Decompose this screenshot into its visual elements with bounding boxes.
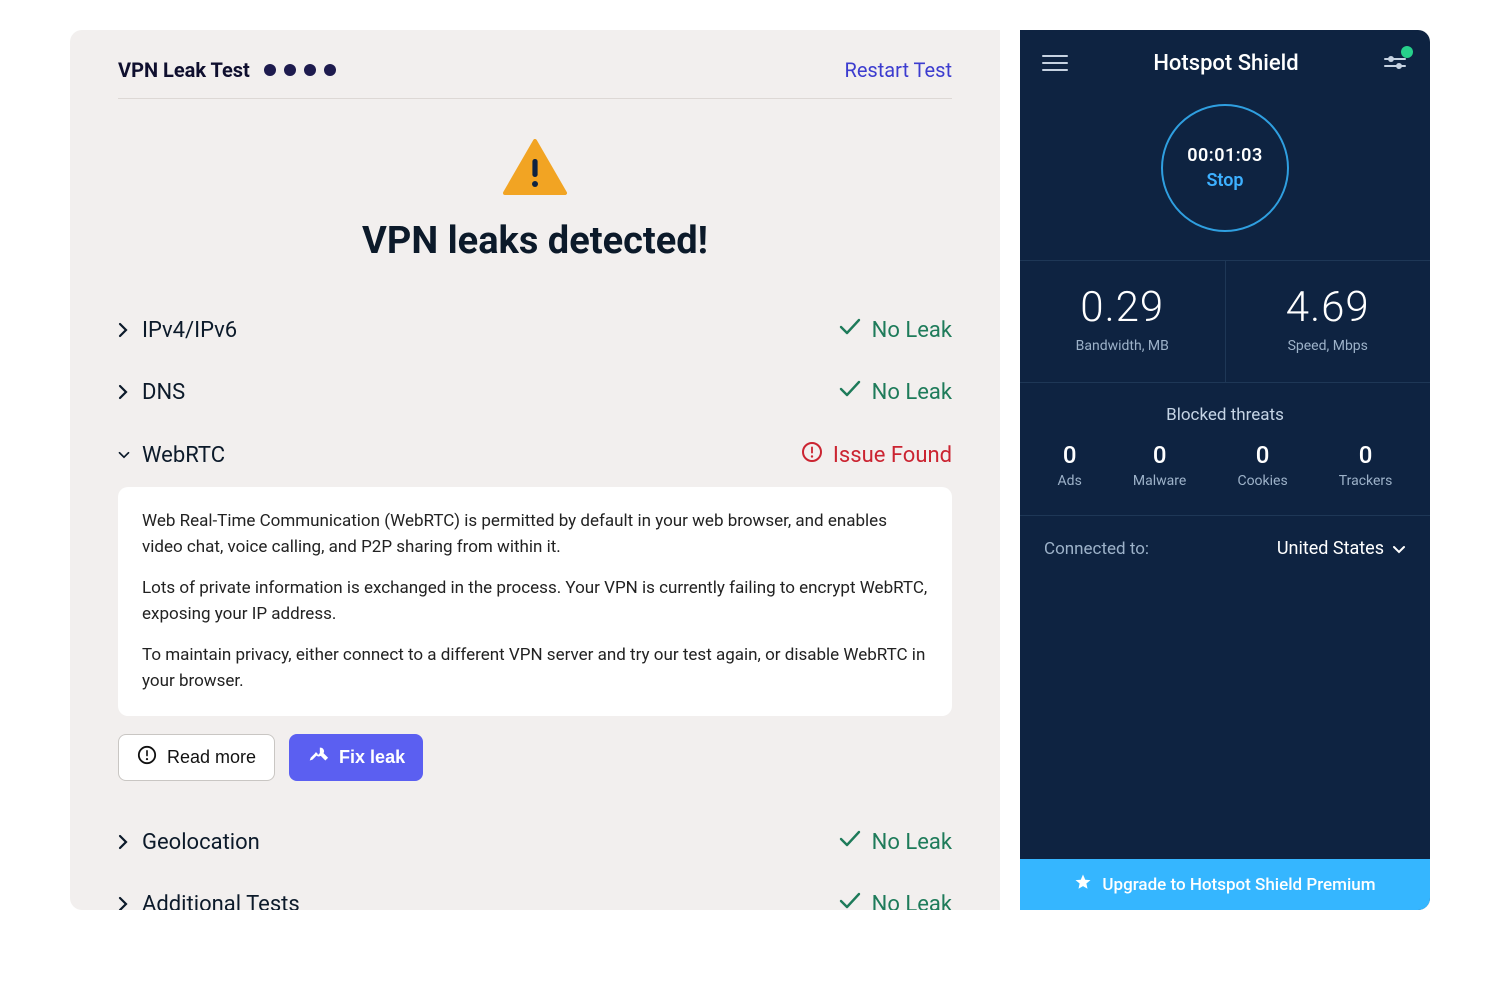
chevron-right-icon [118, 896, 130, 910]
dot-icon [264, 64, 276, 76]
warning-icon [503, 139, 567, 201]
alert-title: VPN leaks detected! [118, 219, 952, 263]
detail-paragraph: To maintain privacy, either connect to a… [142, 643, 928, 694]
chevron-right-icon [118, 322, 130, 338]
upgrade-button[interactable]: Upgrade to Hotspot Shield Premium [1020, 859, 1430, 910]
fix-leak-button[interactable]: Fix leak [289, 734, 423, 781]
threat-label: Ads [1058, 473, 1082, 489]
stat-value: 4.69 [1236, 283, 1421, 332]
test-status: Issue Found [833, 443, 952, 468]
connected-label: Connected to: [1044, 539, 1149, 559]
threat-label: Malware [1133, 473, 1186, 489]
connection-timer[interactable]: 00:01:03 Stop [1161, 104, 1289, 232]
detail-paragraph: Lots of private information is exchanged… [142, 576, 928, 627]
threat-cookies: 0 Cookies [1237, 441, 1287, 489]
threat-malware: 0 Malware [1133, 441, 1186, 489]
stop-button[interactable]: Stop [1206, 170, 1243, 191]
check-icon [838, 891, 862, 910]
vpn-app-panel: Hotspot Shield 00:01:03 Stop 0.29 Bandwi… [1020, 30, 1430, 910]
threat-value: 0 [1058, 441, 1082, 469]
threat-value: 0 [1237, 441, 1287, 469]
stats-row: 0.29 Bandwidth, MB 4.69 Speed, Mbps [1020, 260, 1430, 382]
threat-value: 0 [1133, 441, 1186, 469]
dot-icon [284, 64, 296, 76]
test-label: Additional Tests [142, 892, 300, 911]
threat-trackers: 0 Trackers [1339, 441, 1393, 489]
timer-value: 00:01:03 [1187, 145, 1263, 166]
bandwidth-stat: 0.29 Bandwidth, MB [1020, 261, 1225, 382]
test-label: WebRTC [142, 443, 225, 468]
threats-title: Blocked threats [1032, 405, 1418, 425]
check-icon [838, 317, 862, 343]
chevron-right-icon [118, 384, 130, 400]
leak-test-panel: VPN Leak Test Restart Test [70, 30, 1000, 910]
threat-value: 0 [1339, 441, 1393, 469]
restart-test-link[interactable]: Restart Test [845, 58, 953, 82]
check-icon [838, 829, 862, 855]
connected-location-selector[interactable]: United States [1277, 538, 1406, 559]
test-status: No Leak [872, 318, 952, 343]
stat-label: Bandwidth, MB [1030, 338, 1215, 354]
test-row-additional[interactable]: Additional Tests No Leak [118, 873, 952, 910]
test-status: No Leak [872, 830, 952, 855]
test-label: DNS [142, 380, 185, 405]
test-label: Geolocation [142, 830, 260, 855]
speed-stat: 4.69 Speed, Mbps [1225, 261, 1431, 382]
test-row-dns[interactable]: DNS No Leak [118, 361, 952, 423]
detail-paragraph: Web Real-Time Communication (WebRTC) is … [142, 509, 928, 560]
test-status: No Leak [872, 380, 952, 405]
threat-ads: 0 Ads [1058, 441, 1082, 489]
threat-label: Cookies [1237, 473, 1287, 489]
tools-icon [307, 744, 329, 771]
upgrade-label: Upgrade to Hotspot Shield Premium [1102, 875, 1375, 895]
dot-icon [304, 64, 316, 76]
menu-icon[interactable] [1042, 50, 1068, 76]
test-row-geolocation[interactable]: Geolocation No Leak [118, 811, 952, 873]
button-label: Read more [167, 747, 256, 768]
page-title: VPN Leak Test [118, 58, 250, 82]
check-icon [838, 379, 862, 405]
settings-icon[interactable] [1384, 53, 1408, 73]
button-label: Fix leak [339, 747, 405, 768]
notification-badge-icon [1401, 46, 1413, 58]
dot-icon [324, 64, 336, 76]
connected-value: United States [1277, 538, 1384, 559]
test-status: No Leak [872, 892, 952, 911]
connected-row: Connected to: United States [1020, 515, 1430, 601]
blocked-threats: Blocked threats 0 Ads 0 Malware 0 Cookie… [1020, 382, 1430, 515]
progress-dots [264, 64, 336, 76]
webrtc-detail-card: Web Real-Time Communication (WebRTC) is … [118, 487, 952, 716]
brand-title: Hotspot Shield [1153, 51, 1298, 76]
info-circle-icon [137, 745, 157, 770]
chevron-right-icon [118, 834, 130, 850]
test-label: IPv4/IPv6 [142, 318, 237, 343]
test-row-ipv[interactable]: IPv4/IPv6 No Leak [118, 299, 952, 361]
stat-value: 0.29 [1030, 283, 1215, 332]
chevron-down-icon [1392, 538, 1406, 559]
threat-label: Trackers [1339, 473, 1393, 489]
test-row-webrtc[interactable]: WebRTC Issue Found [118, 423, 952, 487]
chevron-down-icon [118, 450, 130, 460]
read-more-button[interactable]: Read more [118, 734, 275, 781]
leak-test-header: VPN Leak Test Restart Test [118, 58, 952, 99]
stat-label: Speed, Mbps [1236, 338, 1421, 354]
star-icon [1074, 873, 1092, 896]
alert-circle-icon [801, 441, 823, 469]
